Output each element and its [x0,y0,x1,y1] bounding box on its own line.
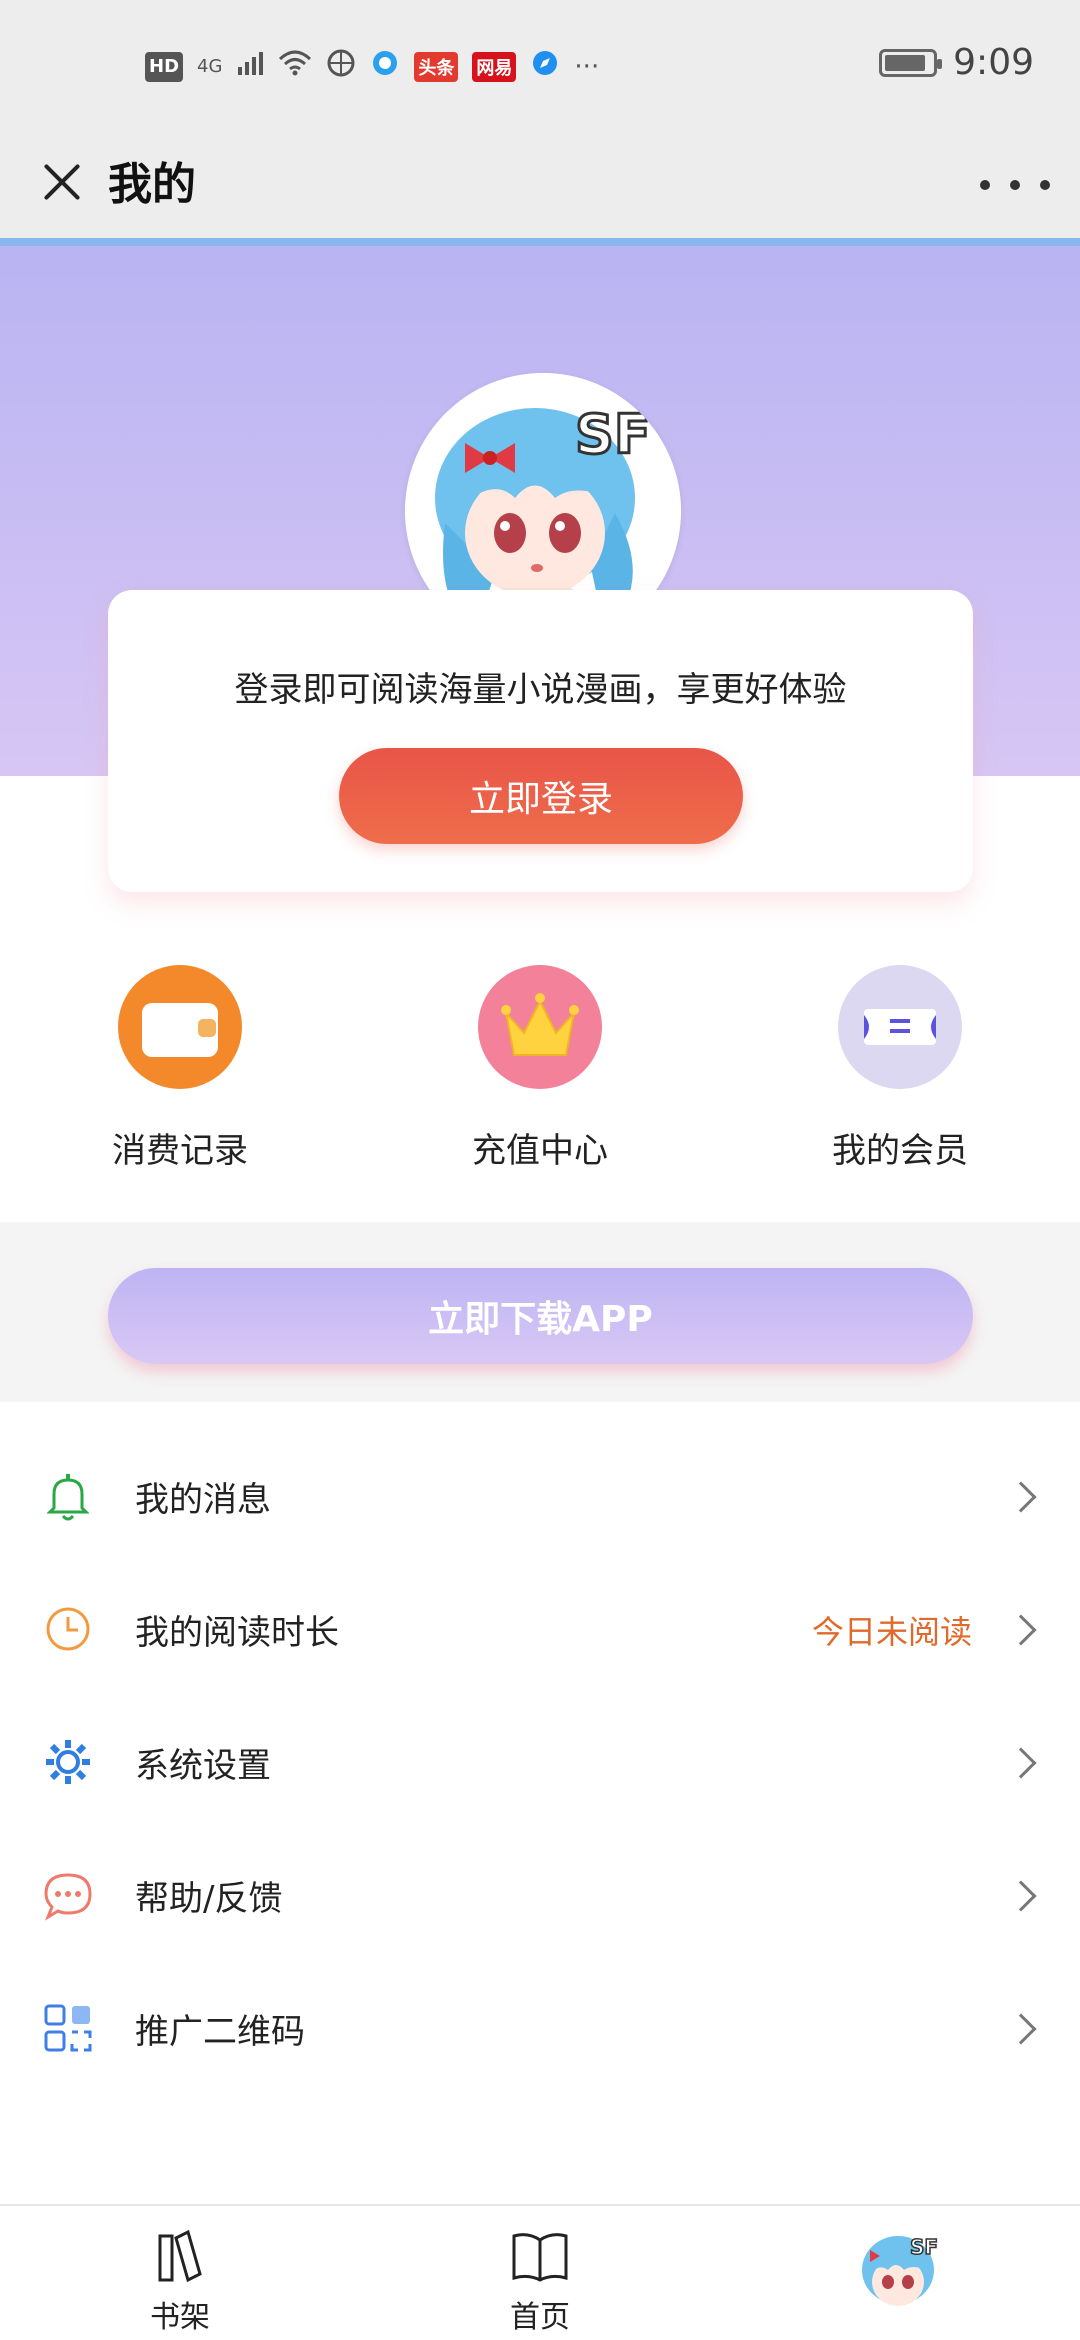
consumption-record-button[interactable]: 消费记录 [70,965,290,1172]
book-icon [512,2233,568,2282]
clock-time: 9:09 [953,42,1034,83]
nav-bookshelf-label: 书架 [150,2300,210,2335]
menu-label: 系统设置 [135,1746,271,1786]
chevron-right-icon [1005,1480,1037,1513]
chevron-right-icon [1005,1879,1037,1912]
svg-text:SF: SF [575,403,651,466]
member-card-icon [838,965,962,1089]
toutiao-app-icon: 头条 [414,51,459,82]
login-card: 登录即可阅读海量小说漫画，享更好体验 立即登录 [108,590,973,892]
page-title: 我的 [108,159,196,210]
browser-app-icon [370,48,400,85]
menu-label: 帮助/反馈 [135,1879,283,1919]
menu-item-messages[interactable]: 我的消息 [0,1430,1080,1563]
status-left-icons: HD 4G 头条 网易 ··· [145,48,599,85]
reading-status: 今日未阅读 [811,1612,972,1651]
dot-icon [980,180,990,190]
bookshelf-icon [158,2229,202,2283]
download-app-button[interactable]: 立即下载APP [108,1268,973,1364]
menu-item-qr-code[interactable]: 推广二维码 [0,1962,1080,2095]
wifi-icon [278,49,312,84]
menu-item-reading-time[interactable]: 我的阅读时长 今日未阅读 [0,1563,1080,1696]
nav-home[interactable]: 首页 [450,2224,630,2336]
my-membership-button[interactable]: 我的会员 [790,965,1010,1172]
compass-app-icon [530,48,560,85]
crown-icon [478,965,602,1089]
login-button[interactable]: 立即登录 [339,748,743,844]
status-right: 9:09 [879,42,1034,83]
my-membership-label: 我的会员 [832,1131,968,1171]
globe-icon [326,48,356,85]
clock-icon [40,1601,96,1657]
svg-text:SF: SF [910,2235,938,2259]
login-prompt: 登录即可阅读海量小说漫画，享更好体验 [234,670,847,710]
close-button[interactable] [30,152,94,216]
network-4g-label: 4G [197,56,223,77]
nav-bookshelf[interactable]: 书架 [90,2224,270,2336]
chevron-right-icon [1005,1746,1037,1779]
menu-label: 我的阅读时长 [135,1613,339,1653]
dot-icon [1010,180,1020,190]
qr-code-icon [40,2000,96,2056]
battery-icon [879,48,943,77]
consumption-record-label: 消费记录 [112,1131,248,1171]
status-bar: HD 4G 头条 网易 ··· 9:09 [0,0,1080,130]
bell-icon [40,1468,96,1524]
dot-icon [1040,180,1050,190]
more-notifications-icon: ··· [574,51,600,82]
nav-home-label: 首页 [510,2300,570,2335]
signal-icon [236,49,264,84]
chat-icon [40,1867,96,1923]
title-bar: 我的 [0,130,1080,240]
gear-icon [40,1734,96,1790]
chevron-right-icon [1005,1613,1037,1646]
download-section: 立即下载APP [0,1222,1080,1402]
profile-avatar-icon: SF [862,2234,939,2306]
nav-profile[interactable]: SF [810,2224,990,2324]
menu-label: 推广二维码 [135,2012,305,2052]
netease-app-icon: 网易 [472,51,517,82]
menu-label: 我的消息 [135,1480,271,1520]
wallet-icon [118,965,242,1089]
hd-label: HD [145,51,184,82]
quick-actions: 消费记录 充值中心 我的会员 [0,940,1080,1190]
more-options-button[interactable] [980,160,1050,210]
menu-item-help-feedback[interactable]: 帮助/反馈 [0,1829,1080,1962]
recharge-center-label: 充值中心 [472,1131,608,1171]
chevron-right-icon [1005,2012,1037,2045]
recharge-center-button[interactable]: 充值中心 [430,965,650,1172]
settings-menu: 我的消息 我的阅读时长 今日未阅读 系统设置 帮助/反馈 推广二维码 [0,1430,1080,2095]
bottom-navigation: 书架 首页 SF [0,2204,1080,2340]
menu-item-settings[interactable]: 系统设置 [0,1696,1080,1829]
accent-divider [0,238,1080,246]
